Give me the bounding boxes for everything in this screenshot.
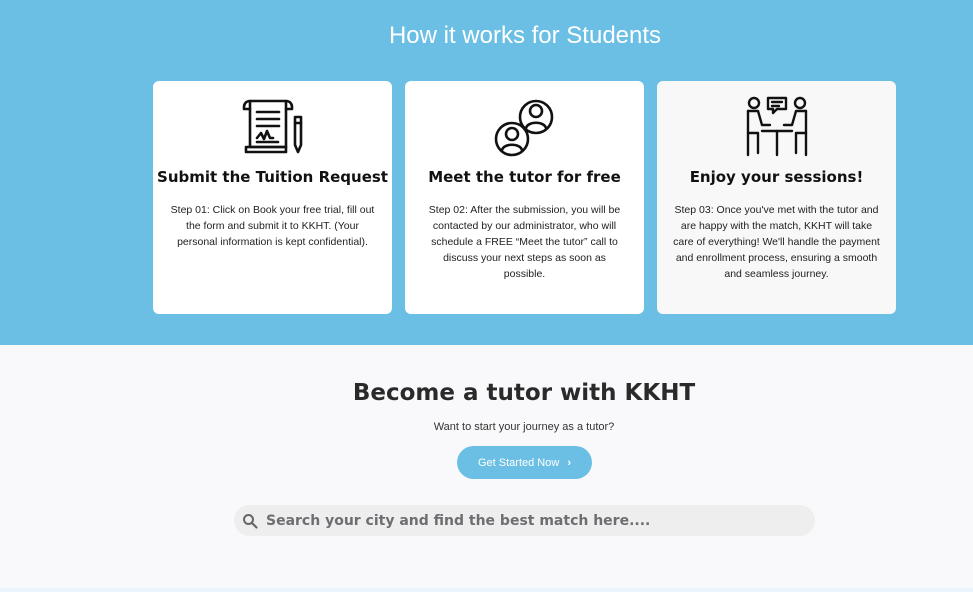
chevron-right-icon: ›: [567, 456, 571, 469]
city-search-input[interactable]: [266, 512, 796, 529]
card-title: Meet the tutor for free: [428, 168, 621, 186]
step-card-enjoy: Enjoy your sessions! Step 03: Once you'v…: [657, 81, 896, 314]
card-description: Step 03: Once you've met with the tutor …: [673, 204, 880, 280]
card-description: Step 01: Click on Book your free trial, …: [170, 204, 375, 248]
step-card-meet: Meet the tutor for free Step 02: After t…: [405, 81, 644, 314]
search-icon: [243, 513, 258, 529]
conversation-table-icon: [657, 95, 896, 161]
people-circles-icon: [405, 95, 644, 161]
step-card-submit: Submit the Tuition Request Step 01: Clic…: [153, 81, 392, 314]
become-tutor-subtitle: Want to start your journey as a tutor?: [433, 421, 615, 433]
card-title: Enjoy your sessions!: [689, 168, 864, 186]
become-tutor-title: Become a tutor with KKHT: [352, 380, 696, 406]
section-title: How it works for Students: [388, 22, 662, 49]
document-pen-icon: [153, 95, 392, 161]
card-title: Submit the Tuition Request: [157, 168, 388, 186]
city-search-bar[interactable]: [234, 505, 815, 536]
get-started-label: Get Started Now: [478, 456, 560, 469]
card-description: Step 02: After the submission, you will …: [428, 204, 621, 280]
get-started-button[interactable]: Get Started Now ›: [457, 446, 592, 479]
footer-divider: [0, 588, 973, 592]
how-it-works-section: How it works for Students Submit the Tui…: [0, 0, 973, 345]
